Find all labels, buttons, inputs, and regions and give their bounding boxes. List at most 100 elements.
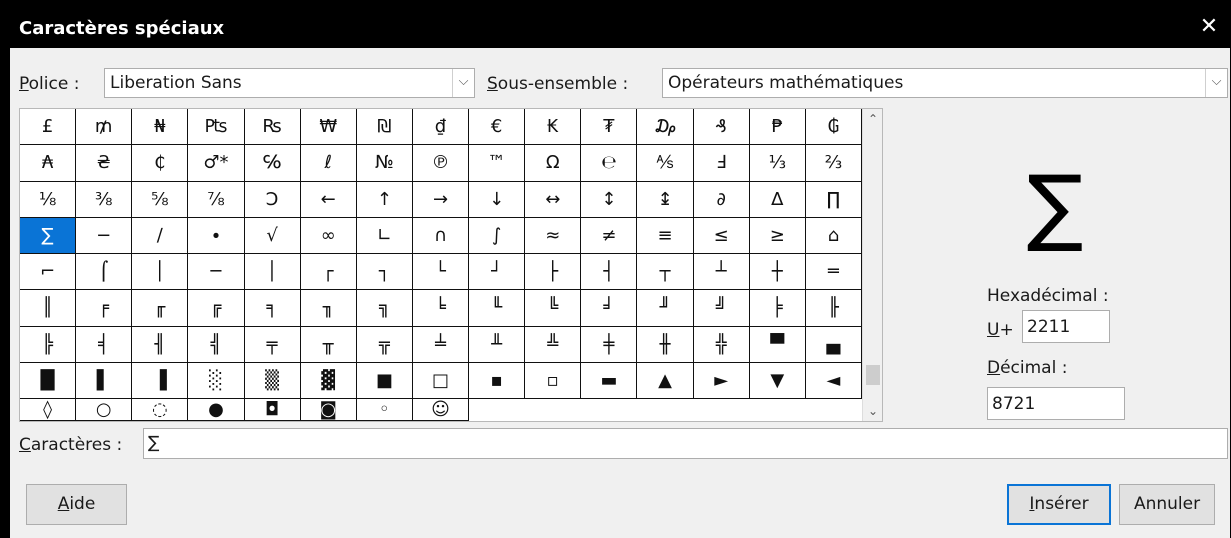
character-cell[interactable]: ┤ <box>581 254 638 291</box>
character-cell[interactable]: √ <box>244 217 301 254</box>
character-cell[interactable]: ↑ <box>356 181 413 218</box>
character-cell[interactable]: ▌ <box>76 362 133 399</box>
character-cell[interactable]: ↨ <box>637 181 694 218</box>
character-cell[interactable]: Ω <box>525 145 582 182</box>
character-cell[interactable]: ▫ <box>525 362 582 399</box>
character-cell[interactable]: ⅔ <box>805 145 862 182</box>
character-cell[interactable]: ⅍ <box>637 145 694 182</box>
chevron-down-icon[interactable]: ⌵ <box>1205 69 1227 97</box>
character-cell[interactable]: ╡ <box>76 326 133 363</box>
character-cell[interactable]: ₪ <box>356 109 413 146</box>
character-cell[interactable]: № <box>356 145 413 182</box>
character-cell[interactable]: ∟ <box>356 217 413 254</box>
character-cell[interactable]: ℗ <box>412 145 470 182</box>
character-cell[interactable]: ◄ <box>805 362 862 399</box>
character-cell[interactable]: ∂ <box>693 181 750 218</box>
character-cell[interactable]: ╢ <box>132 326 189 363</box>
grid-scrollbar[interactable]: ⌃ ⌄ <box>862 109 882 421</box>
character-cell[interactable]: ╫ <box>637 326 694 363</box>
character-cell[interactable]: ₱ <box>749 109 806 146</box>
character-cell[interactable]: □ <box>412 362 470 399</box>
character-cell[interactable]: ▓ <box>300 362 357 399</box>
character-cell[interactable]: ↓ <box>469 181 526 218</box>
character-cell[interactable]: ╒ <box>76 290 133 327</box>
character-cell[interactable]: ╕ <box>244 290 301 327</box>
character-cell[interactable]: ╤ <box>244 326 301 363</box>
character-cell[interactable]: └ <box>412 254 470 291</box>
help-button[interactable]: Aide <box>26 484 127 525</box>
insert-button[interactable]: Insérer <box>1007 484 1111 525</box>
character-cell[interactable]: ║ <box>20 290 77 327</box>
character-cell[interactable]: ▄ <box>805 326 862 363</box>
character-cell[interactable]: ╖ <box>300 290 357 327</box>
characters-input[interactable]: ∑ <box>143 428 1228 459</box>
character-cell[interactable]: ╣ <box>188 326 245 363</box>
character-cell[interactable]: ₵ <box>132 145 189 182</box>
character-cell[interactable]: ┐ <box>356 254 413 291</box>
hex-input[interactable]: 2211 <box>1022 310 1110 343</box>
character-cell[interactable]: ≡ <box>637 217 694 254</box>
character-cell[interactable]: ╝ <box>693 290 750 327</box>
character-cell[interactable]: £ <box>20 109 77 146</box>
character-cell[interactable]: ┼ <box>749 254 806 291</box>
character-cell[interactable]: ⌠ <box>76 254 133 291</box>
character-cell[interactable]: ╞ <box>749 290 806 327</box>
character-cell[interactable]: ∞ <box>300 217 357 254</box>
character-cell[interactable]: ◙ <box>300 399 357 421</box>
character-cell[interactable]: ╩ <box>525 326 582 363</box>
character-cell[interactable]: ▼ <box>749 362 806 399</box>
character-cell[interactable]: ₦ <box>132 109 189 146</box>
character-cell[interactable]: ∕ <box>132 217 189 254</box>
scroll-up-icon[interactable]: ⌃ <box>863 109 883 129</box>
character-cell[interactable]: ₥ <box>76 109 133 146</box>
character-cell[interactable]: ℓ <box>300 145 357 182</box>
character-cell[interactable]: ⅞ <box>188 181 245 218</box>
character-cell[interactable]: ► <box>693 362 750 399</box>
character-cell[interactable]: ◘ <box>244 399 301 421</box>
character-cell[interactable]: Ↄ <box>244 181 301 218</box>
character-cell[interactable]: ▀ <box>749 326 806 363</box>
character-cell[interactable]: ╧ <box>412 326 470 363</box>
character-cell[interactable]: ▲ <box>637 362 694 399</box>
character-cell[interactable]: ∙ <box>188 217 245 254</box>
character-cell[interactable]: ₮ <box>581 109 638 146</box>
character-cell[interactable]: ₲ <box>805 109 862 146</box>
character-cell[interactable]: ╦ <box>356 326 413 363</box>
character-cell[interactable]: ₨ <box>244 109 301 146</box>
character-cell[interactable]: ⅛ <box>20 181 77 218</box>
character-cell[interactable]: ℅ <box>244 145 301 182</box>
character-cell[interactable]: ═ <box>805 254 862 291</box>
character-cell[interactable]: ⌐ <box>20 254 77 291</box>
character-cell[interactable]: ╠ <box>20 326 77 363</box>
character-cell[interactable]: ╗ <box>356 290 413 327</box>
character-cell[interactable]: ─ <box>188 254 245 291</box>
character-cell[interactable]: ₧ <box>188 109 245 146</box>
character-cell[interactable]: ░ <box>188 362 245 399</box>
character-cell[interactable]: ╙ <box>469 290 526 327</box>
character-cell[interactable]: ≥ <box>749 217 806 254</box>
character-cell[interactable]: ↔ <box>525 181 582 218</box>
character-cell[interactable]: ♂* <box>188 145 245 182</box>
character-grid[interactable]: £ ₥ ₦ ₧ ₨ ₩ ₪ ₫ € ₭ ₮ ₯ ₰ ₱ ₲ ₳ ₴ ₵ ♂* ℅ ℓ № ℗ ™ Ω ℮ ⅍ Ⅎ ⅓ ⅔ ⅛ ⅜ ⅝ ⅞ Ↄ ← ↑ → ↓… <box>20 109 862 421</box>
character-cell[interactable]: ╬ <box>693 326 750 363</box>
decimal-input[interactable]: 8721 <box>987 387 1125 420</box>
character-cell[interactable]: ⅜ <box>76 181 133 218</box>
character-cell[interactable]: ₭ <box>525 109 582 146</box>
scrollbar-thumb[interactable] <box>866 365 880 385</box>
character-cell[interactable]: █ <box>20 362 77 399</box>
subset-select[interactable]: Opérateurs mathématiques ⌵ <box>662 68 1228 98</box>
scroll-down-icon[interactable]: ⌄ <box>863 401 883 421</box>
character-cell[interactable]: ▒ <box>244 362 301 399</box>
character-cell[interactable]: ○ <box>76 399 133 421</box>
character-cell[interactable]: ₫ <box>412 109 470 146</box>
character-cell[interactable]: € <box>469 109 526 146</box>
character-cell[interactable]: ₯ <box>637 109 694 146</box>
character-cell[interactable]: ⌂ <box>805 217 862 254</box>
character-cell[interactable]: ╓ <box>132 290 189 327</box>
character-cell[interactable]: Ⅎ <box>693 145 750 182</box>
character-cell[interactable]: ₰ <box>693 109 750 146</box>
character-cell[interactable]: ← <box>300 181 357 218</box>
character-cell[interactable]: ∫ <box>469 217 526 254</box>
character-cell[interactable]: ┬ <box>637 254 694 291</box>
chevron-down-icon[interactable]: ⌵ <box>452 69 474 97</box>
